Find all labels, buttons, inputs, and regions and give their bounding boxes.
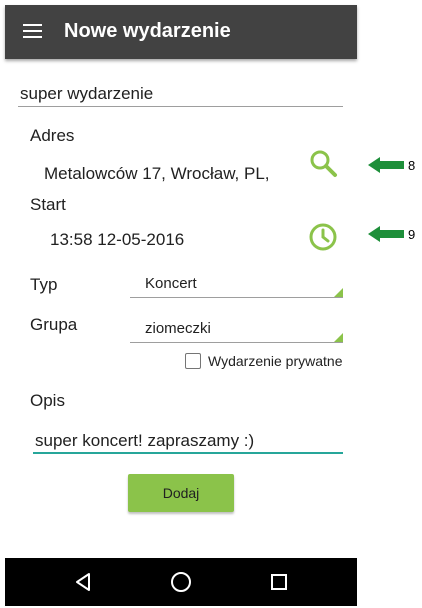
type-label: Typ — [30, 275, 58, 294]
annotation-arrow-icon — [368, 226, 404, 242]
type-selected: Koncert — [145, 275, 197, 292]
clock-icon[interactable] — [308, 222, 338, 252]
start-value[interactable]: 13:58 12-05-2016 — [50, 230, 184, 250]
address-label: Adres — [30, 126, 75, 145]
navigation-bar — [5, 558, 357, 606]
type-dropdown[interactable]: Koncert — [130, 273, 343, 298]
recents-icon[interactable] — [267, 570, 291, 594]
private-checkbox-label[interactable]: Wydarzenie prywatne — [208, 353, 343, 369]
group-selected: ziomeczki — [145, 320, 211, 337]
start-label: Start — [30, 195, 66, 214]
dropdown-arrow-icon — [334, 288, 343, 297]
add-button[interactable]: Dodaj — [128, 474, 234, 512]
group-dropdown[interactable]: ziomeczki — [130, 318, 343, 343]
annotation-label: 9 — [408, 227, 416, 242]
address-value[interactable]: Metalowców 17, Wrocław, PL, — [44, 164, 270, 184]
event-name-input[interactable]: super wydarzenie — [18, 82, 343, 107]
home-icon[interactable] — [169, 570, 193, 594]
annotation-arrow-icon — [368, 157, 404, 173]
hamburger-menu-icon[interactable] — [23, 23, 42, 39]
back-icon[interactable] — [71, 570, 95, 594]
search-icon[interactable] — [308, 148, 338, 178]
description-input[interactable]: super koncert! zapraszamy :) — [33, 430, 343, 454]
app-bar: Nowe wydarzenie — [5, 5, 357, 59]
group-label: Grupa — [30, 315, 78, 334]
phone-screen: Nowe wydarzenie super wydarzenie Adres M… — [5, 5, 357, 606]
page-title: Nowe wydarzenie — [64, 20, 231, 42]
private-checkbox[interactable] — [185, 353, 201, 369]
event-name-value: super wydarzenie — [20, 84, 154, 103]
dropdown-arrow-icon — [334, 333, 343, 342]
annotation-label: 8 — [408, 158, 416, 173]
description-label: Opis — [30, 391, 65, 410]
description-value: super koncert! zapraszamy :) — [35, 431, 255, 450]
